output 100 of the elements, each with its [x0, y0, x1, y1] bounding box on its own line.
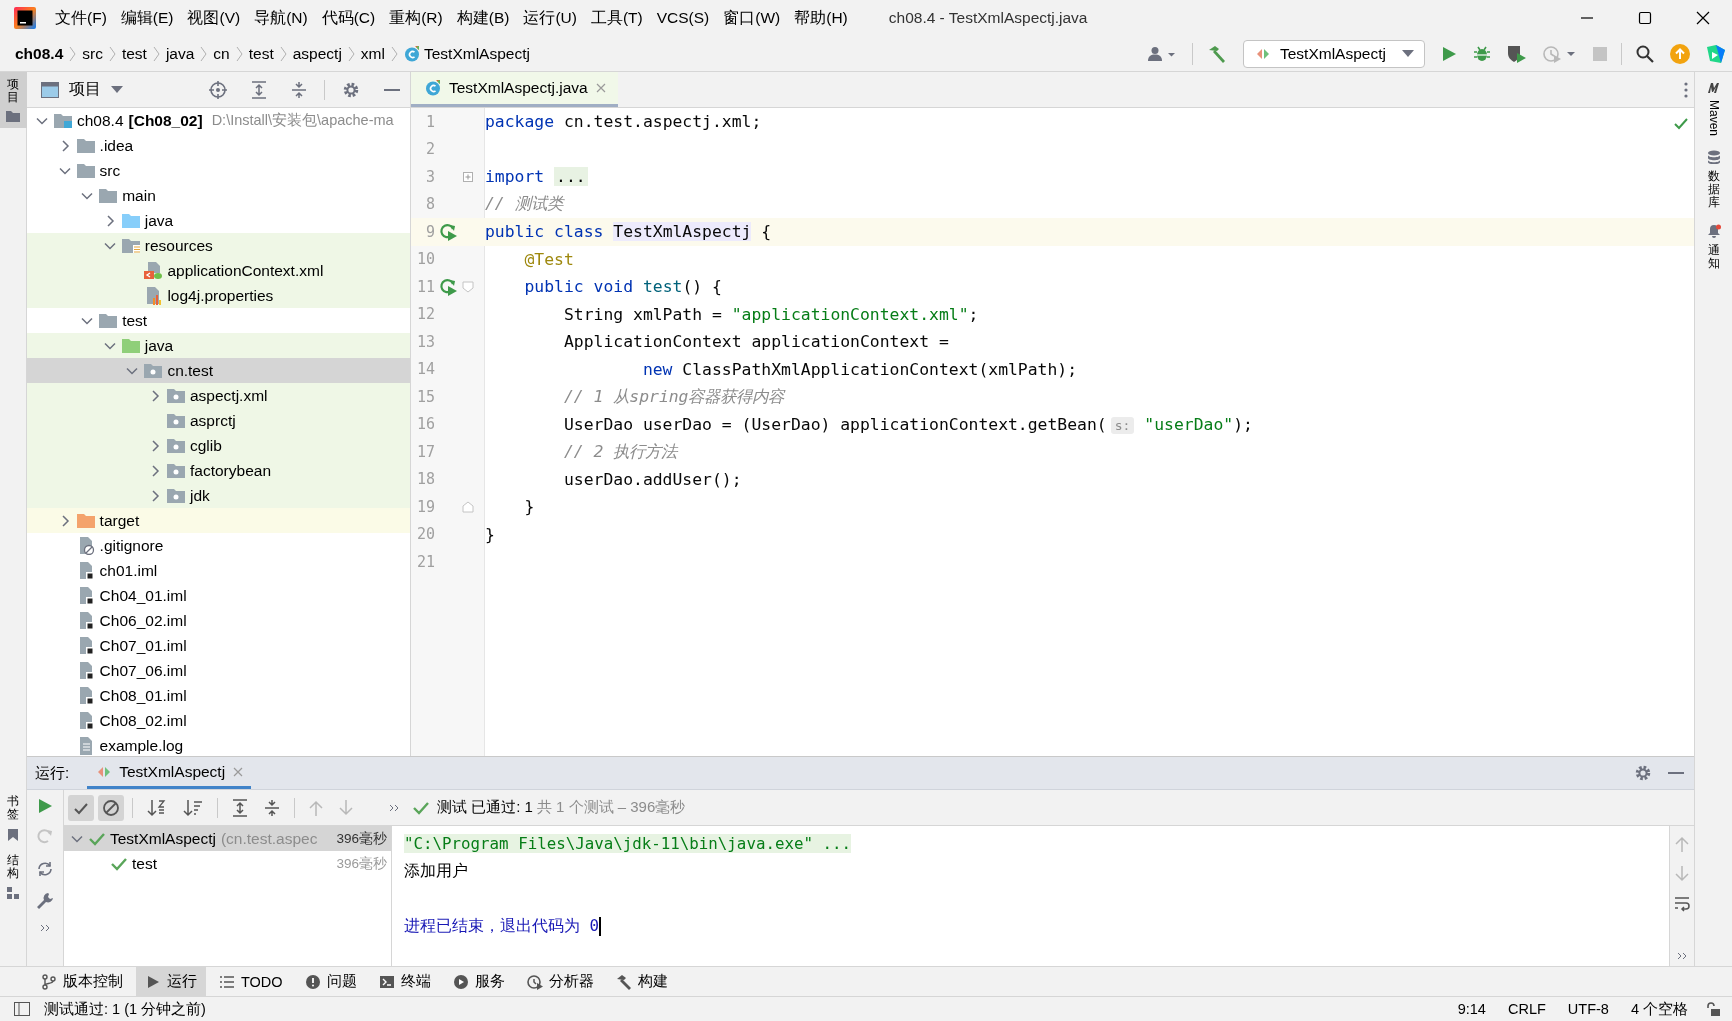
tree-item[interactable]: Ch06_02.iml — [27, 608, 410, 633]
expand-all-icon[interactable] — [251, 80, 267, 99]
menu-item[interactable]: 视图(V) — [180, 3, 248, 33]
menu-item[interactable]: 导航(N) — [247, 3, 315, 33]
tree-item[interactable]: cglib — [27, 433, 410, 458]
breadcrumb[interactable]: cn — [213, 44, 230, 63]
close-icon[interactable] — [1696, 11, 1710, 25]
tool-window-button[interactable]: 结构 — [0, 847, 27, 906]
breadcrumb[interactable]: TestXmlAspectj — [423, 44, 530, 63]
maximize-icon[interactable] — [1638, 11, 1652, 25]
chevron-icon[interactable] — [59, 514, 70, 527]
status-item[interactable]: UTF-8 — [1567, 1001, 1609, 1017]
tool-window-button[interactable]: 服务 — [443, 967, 514, 996]
hammer-icon[interactable] — [1207, 43, 1227, 64]
chevron-icon[interactable] — [103, 240, 116, 251]
user-icon[interactable] — [1148, 45, 1178, 62]
tool-window-button[interactable]: 分析器 — [517, 967, 603, 996]
chevron-icon[interactable] — [150, 439, 160, 452]
filter-toggle[interactable] — [68, 794, 94, 821]
menu-item[interactable]: VCS(S) — [649, 5, 717, 31]
chevron-icon[interactable] — [81, 190, 94, 201]
tree-item[interactable]: Ch08_01.iml — [27, 683, 410, 708]
tree-item[interactable]: applicationContext.xml — [27, 258, 410, 283]
tool-window-button[interactable]: 数据库 — [1706, 150, 1721, 210]
soft-wrap-icon[interactable] — [1674, 896, 1690, 912]
chevron-icon[interactable] — [103, 340, 116, 351]
minimize-icon[interactable] — [384, 87, 400, 92]
menu-item[interactable]: 帮助(H) — [787, 3, 855, 33]
tree-item[interactable]: aspectj.xml — [27, 383, 410, 408]
status-item[interactable]: 9:14 — [1457, 1001, 1486, 1017]
tree-item[interactable]: cn.test — [27, 358, 410, 383]
tree-item[interactable]: main — [27, 183, 410, 208]
run-tab[interactable]: TestXmlAspectj — [87, 757, 252, 789]
test-tree-item[interactable]: TestXmlAspectj (cn.test.aspec 396毫秒 — [64, 826, 391, 851]
chevron-icon[interactable] — [59, 139, 70, 152]
tool-window-button[interactable]: 书签 — [0, 789, 27, 848]
tree-item[interactable]: ch08.4 [Ch08_02] D:\Install\安装包\apache-ma — [27, 108, 410, 133]
run-test-icon[interactable] — [439, 277, 457, 296]
bug-icon[interactable] — [1473, 44, 1491, 63]
tree-item[interactable]: log4j.properties — [27, 283, 410, 308]
chevron-icon[interactable] — [71, 833, 83, 844]
more-icon[interactable] — [1684, 81, 1688, 98]
plugin-logo-icon[interactable] — [1706, 43, 1726, 64]
filter-toggle[interactable] — [98, 794, 124, 821]
tree-item[interactable]: Ch08_02.iml — [27, 708, 410, 733]
tool-window-button[interactable]: 运行 — [136, 967, 206, 996]
tool-window-button[interactable]: 版本控制 — [32, 967, 132, 996]
tree-item[interactable]: .idea — [27, 133, 410, 158]
locate-icon[interactable] — [209, 80, 227, 99]
chevron-icon[interactable] — [126, 365, 139, 376]
menu-item[interactable]: 工具(T) — [583, 3, 650, 33]
chevron-icon[interactable] — [36, 115, 48, 126]
menu-item[interactable]: 重构(R) — [382, 3, 450, 33]
status-item[interactable]: 4 个空格 — [1630, 999, 1688, 1019]
rerun-icon[interactable] — [37, 798, 53, 814]
chevron-icon[interactable] — [81, 315, 94, 326]
tree-item[interactable]: Ch04_01.iml — [27, 583, 410, 608]
tree-item[interactable]: target — [27, 508, 410, 533]
expand-all-icon[interactable] — [232, 798, 248, 817]
tool-window-button[interactable]: 构建 — [606, 967, 677, 996]
tree-item[interactable]: Ch07_06.iml — [27, 658, 410, 683]
test-tree-item[interactable]: test 396毫秒 — [64, 851, 391, 876]
chevron-icon[interactable] — [58, 165, 71, 176]
tool-window-button[interactable]: 项目 — [0, 72, 27, 129]
menu-item[interactable]: 编辑(E) — [113, 3, 181, 33]
tree-item[interactable]: factorybean — [27, 458, 410, 483]
tree-item[interactable]: .gitignore — [27, 533, 410, 558]
tree-item[interactable]: src — [27, 158, 410, 183]
tool-window-button[interactable]: 终端 — [369, 967, 440, 996]
search-icon[interactable] — [1636, 44, 1654, 63]
tree-item[interactable]: java — [27, 333, 410, 358]
tree-item[interactable]: resources — [27, 233, 410, 258]
menu-item[interactable]: 文件(F) — [48, 3, 114, 33]
more-icon[interactable] — [1677, 952, 1687, 960]
breadcrumb[interactable]: java — [165, 44, 195, 63]
panel-toggle-icon[interactable] — [14, 1002, 30, 1016]
chevron-icon[interactable] — [104, 214, 115, 227]
collapse-all-icon[interactable] — [264, 798, 280, 817]
menu-item[interactable]: 构建(B) — [449, 3, 517, 33]
tree-item[interactable]: asprctj — [27, 408, 410, 433]
menu-item[interactable]: 窗口(W) — [716, 3, 788, 33]
status-item[interactable]: CRLF — [1507, 1001, 1546, 1017]
settings-icon[interactable] — [342, 80, 360, 99]
lock-icon[interactable] — [1706, 1002, 1720, 1016]
breadcrumb[interactable]: ch08.4 — [15, 44, 64, 63]
coverage-icon[interactable] — [1507, 44, 1527, 63]
chevron-icon[interactable] — [150, 489, 160, 502]
tree-item[interactable]: Ch07_01.iml — [27, 633, 410, 658]
sort-duration-icon[interactable] — [183, 798, 203, 817]
minimize-icon[interactable] — [1668, 771, 1684, 775]
breadcrumb[interactable]: aspectj — [292, 44, 342, 63]
auto-rerun-icon[interactable] — [36, 860, 54, 878]
tree-item[interactable]: jdk — [27, 483, 410, 508]
chevron-icon[interactable] — [150, 389, 160, 402]
tree-item[interactable]: java — [27, 208, 410, 233]
tool-window-button[interactable]: Maven — [1706, 80, 1721, 137]
more-icon[interactable] — [40, 924, 50, 932]
menu-item[interactable]: 代码(C) — [314, 3, 383, 33]
panel-dropdown[interactable]: 项目 — [41, 79, 123, 100]
breadcrumb[interactable]: test — [248, 44, 274, 63]
